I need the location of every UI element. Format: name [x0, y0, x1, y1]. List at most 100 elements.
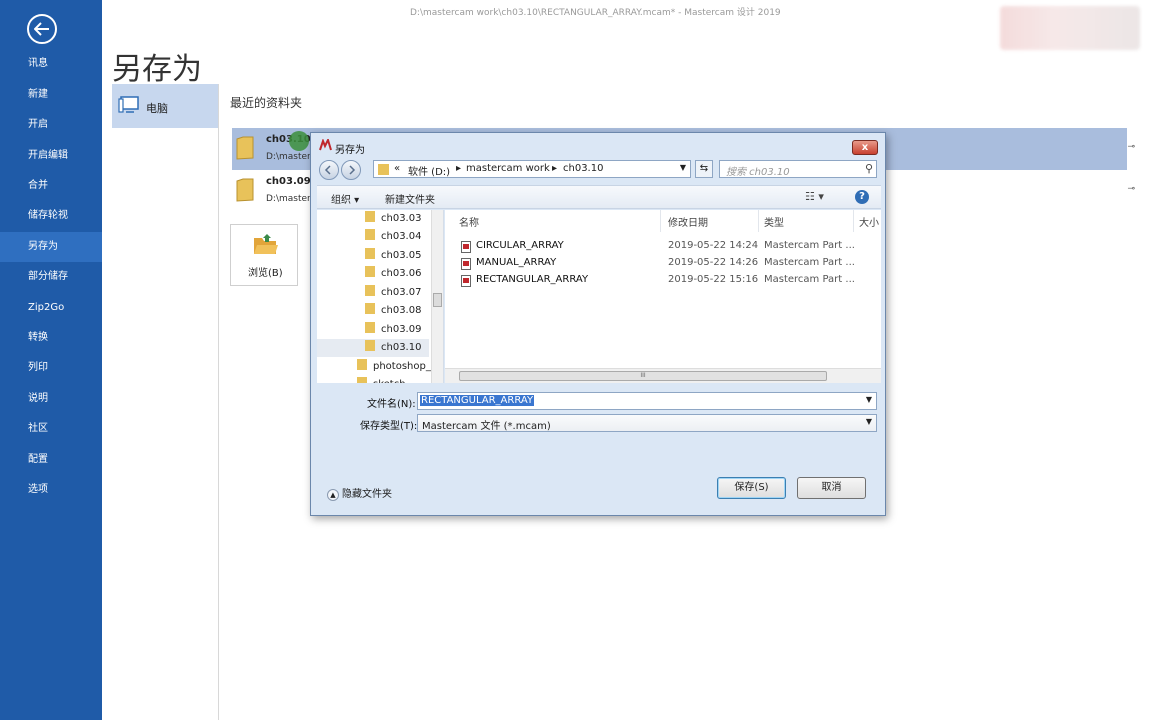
view-options-icon[interactable]: ☷ ▾	[805, 190, 824, 203]
pin-icon[interactable]: ⊸	[1127, 184, 1135, 194]
breadcrumb-folder[interactable]: mastercam work	[466, 163, 550, 174]
column-header-size[interactable]: 大小	[859, 214, 879, 229]
column-header-name[interactable]: 名称	[459, 214, 479, 229]
search-placeholder: 搜索 ch03.10	[726, 167, 790, 178]
mcam-file-icon	[461, 258, 471, 270]
save-as-dialog: 另存为 x « 软件 (D:) ▸ mastercam work ▸ ch03.…	[310, 132, 886, 516]
save-button[interactable]: 保存(S)	[717, 477, 786, 499]
sidebar-item-new[interactable]: 新建	[0, 80, 102, 110]
column-header-date[interactable]: 修改日期	[668, 214, 708, 229]
folder-icon	[365, 266, 375, 277]
browse-button[interactable]: 浏览(B)	[230, 224, 298, 286]
sidebar-item-open-edit[interactable]: 开启编辑	[0, 141, 102, 171]
mcam-file-icon	[461, 275, 471, 287]
sidebar-item-help[interactable]: 说明	[0, 384, 102, 414]
folder-icon	[365, 248, 375, 259]
column-divider[interactable]	[660, 210, 661, 232]
sidebar-item-print[interactable]: 列印	[0, 353, 102, 383]
tree-item[interactable]: ch03.09	[365, 321, 421, 339]
page-title: 另存为	[112, 52, 202, 87]
column-divider[interactable]	[758, 210, 759, 232]
breadcrumb-drive[interactable]: 软件 (D:)	[408, 163, 450, 178]
address-bar[interactable]: « 软件 (D:) ▸ mastercam work ▸ ch03.10 ▼	[373, 160, 691, 178]
sidebar-item-config[interactable]: 配置	[0, 445, 102, 475]
hide-folders-toggle[interactable]: ▲ 隐藏文件夹	[327, 485, 392, 501]
dialog-title: 另存为	[335, 145, 365, 156]
folder-icon	[365, 340, 375, 351]
location-computer[interactable]: 电脑	[112, 84, 218, 128]
chevron-down-icon[interactable]: ▼	[680, 163, 686, 172]
recent-folder-path: D:\masterc	[266, 152, 316, 162]
folder-tree: ch03.03 ch03.04 ch03.05 ch03.06 ch03.07 …	[317, 210, 444, 383]
nav-back-button[interactable]	[319, 160, 339, 180]
tree-item[interactable]: ch03.06	[365, 265, 421, 283]
arrow-left-icon	[34, 22, 49, 36]
sidebar-item-save-as[interactable]: 另存为	[0, 232, 102, 262]
sidebar-item-zip2go[interactable]: Zip2Go	[0, 293, 102, 323]
nav-forward-button[interactable]	[341, 160, 361, 180]
panel-divider	[218, 84, 219, 720]
horizontal-scrollbar[interactable]: III	[445, 368, 881, 383]
file-row[interactable]: CIRCULAR_ARRAY 2019-05-22 14:24 Mastercam …	[445, 238, 881, 255]
folder-icon	[236, 136, 254, 160]
breadcrumb-overflow[interactable]: «	[394, 163, 400, 174]
new-folder-button[interactable]: 新建文件夹	[385, 191, 435, 206]
sidebar-item-convert[interactable]: 转换	[0, 323, 102, 353]
arrow-left-icon	[324, 165, 331, 175]
sidebar-item-merge[interactable]: 合并	[0, 171, 102, 201]
refresh-icon: ⇆	[699, 163, 709, 174]
close-button[interactable]: x	[852, 140, 878, 155]
hide-folders-label: 隐藏文件夹	[342, 489, 392, 500]
cancel-button[interactable]: 取消	[797, 477, 866, 499]
column-divider[interactable]	[853, 210, 854, 232]
file-row[interactable]: MANUAL_ARRAY 2019-05-22 14:26 Mastercam Pa…	[445, 255, 881, 272]
sidebar-item-open[interactable]: 开启	[0, 110, 102, 140]
tree-item[interactable]: ch03.07	[365, 284, 421, 302]
pin-icon[interactable]: ⊸	[1127, 142, 1135, 152]
refresh-button[interactable]: ⇆	[695, 160, 713, 178]
filetype-select[interactable]: Mastercam 文件 (*.mcam) ▼	[417, 414, 877, 432]
recent-folder-path: D:\masterc	[266, 194, 316, 204]
folder-icon	[357, 377, 367, 383]
folder-icon	[365, 285, 375, 296]
open-folder-icon	[254, 234, 278, 254]
scroll-thumb[interactable]: III	[459, 371, 827, 381]
tree-item[interactable]: sketch	[357, 376, 406, 383]
tree-item[interactable]: ch03.03	[365, 210, 421, 228]
column-header-type[interactable]: 类型	[764, 214, 784, 229]
recent-folder-name: ch03.09	[266, 176, 311, 187]
search-input[interactable]: 搜索 ch03.10 ⚲	[719, 160, 877, 178]
chevron-down-icon[interactable]: ▼	[866, 395, 872, 404]
filename-value: RECTANGULAR_ARRAY	[420, 395, 535, 406]
dialog-toolbar: 组织 ▾ 新建文件夹 ☷ ▾ ?	[317, 185, 881, 209]
filename-label: 文件名(N):	[367, 399, 416, 410]
tree-item[interactable]: ch03.05	[365, 247, 421, 265]
sidebar-item-options[interactable]: 选项	[0, 475, 102, 505]
search-icon: ⚲	[864, 162, 873, 175]
sidebar-item-partial-save[interactable]: 部分储存	[0, 262, 102, 292]
file-row[interactable]: RECTANGULAR_ARRAY 2019-05-22 15:16 Masterc…	[445, 272, 881, 289]
sidebar-item-community[interactable]: 社区	[0, 414, 102, 444]
tree-item[interactable]: ch03.08	[365, 302, 421, 320]
filetype-label: 保存类型(T):	[360, 421, 418, 432]
chevron-down-icon[interactable]: ▼	[866, 417, 872, 426]
tree-item[interactable]: photoshop_	[357, 358, 431, 376]
folder-icon	[365, 211, 375, 222]
tree-item-selected[interactable]: ch03.10	[317, 339, 429, 357]
sidebar-item-save-view[interactable]: 储存轮视	[0, 201, 102, 231]
chevron-right-icon[interactable]: ▸	[456, 163, 461, 174]
breadcrumb-current[interactable]: ch03.10	[563, 163, 603, 174]
tree-scroll-thumb[interactable]	[433, 293, 442, 307]
folder-icon	[236, 178, 254, 202]
chevron-right-icon[interactable]: ▸	[552, 163, 557, 174]
back-button[interactable]	[27, 14, 57, 44]
sidebar-item-info[interactable]: 讯息	[0, 49, 102, 79]
tree-item[interactable]: ch03.04	[365, 228, 421, 246]
help-icon[interactable]: ?	[855, 190, 869, 204]
browse-label: 浏览(B)	[248, 268, 283, 279]
filename-field[interactable]: RECTANGULAR_ARRAY ▼	[417, 392, 877, 410]
arrow-right-icon	[349, 165, 356, 175]
backstage-sidebar: 讯息 新建 开启 开启编辑 合并 储存轮视 另存为 部分储存 Zip2Go 转换…	[0, 0, 102, 720]
organize-menu[interactable]: 组织 ▾	[331, 191, 359, 206]
cursor-highlight	[289, 131, 309, 151]
